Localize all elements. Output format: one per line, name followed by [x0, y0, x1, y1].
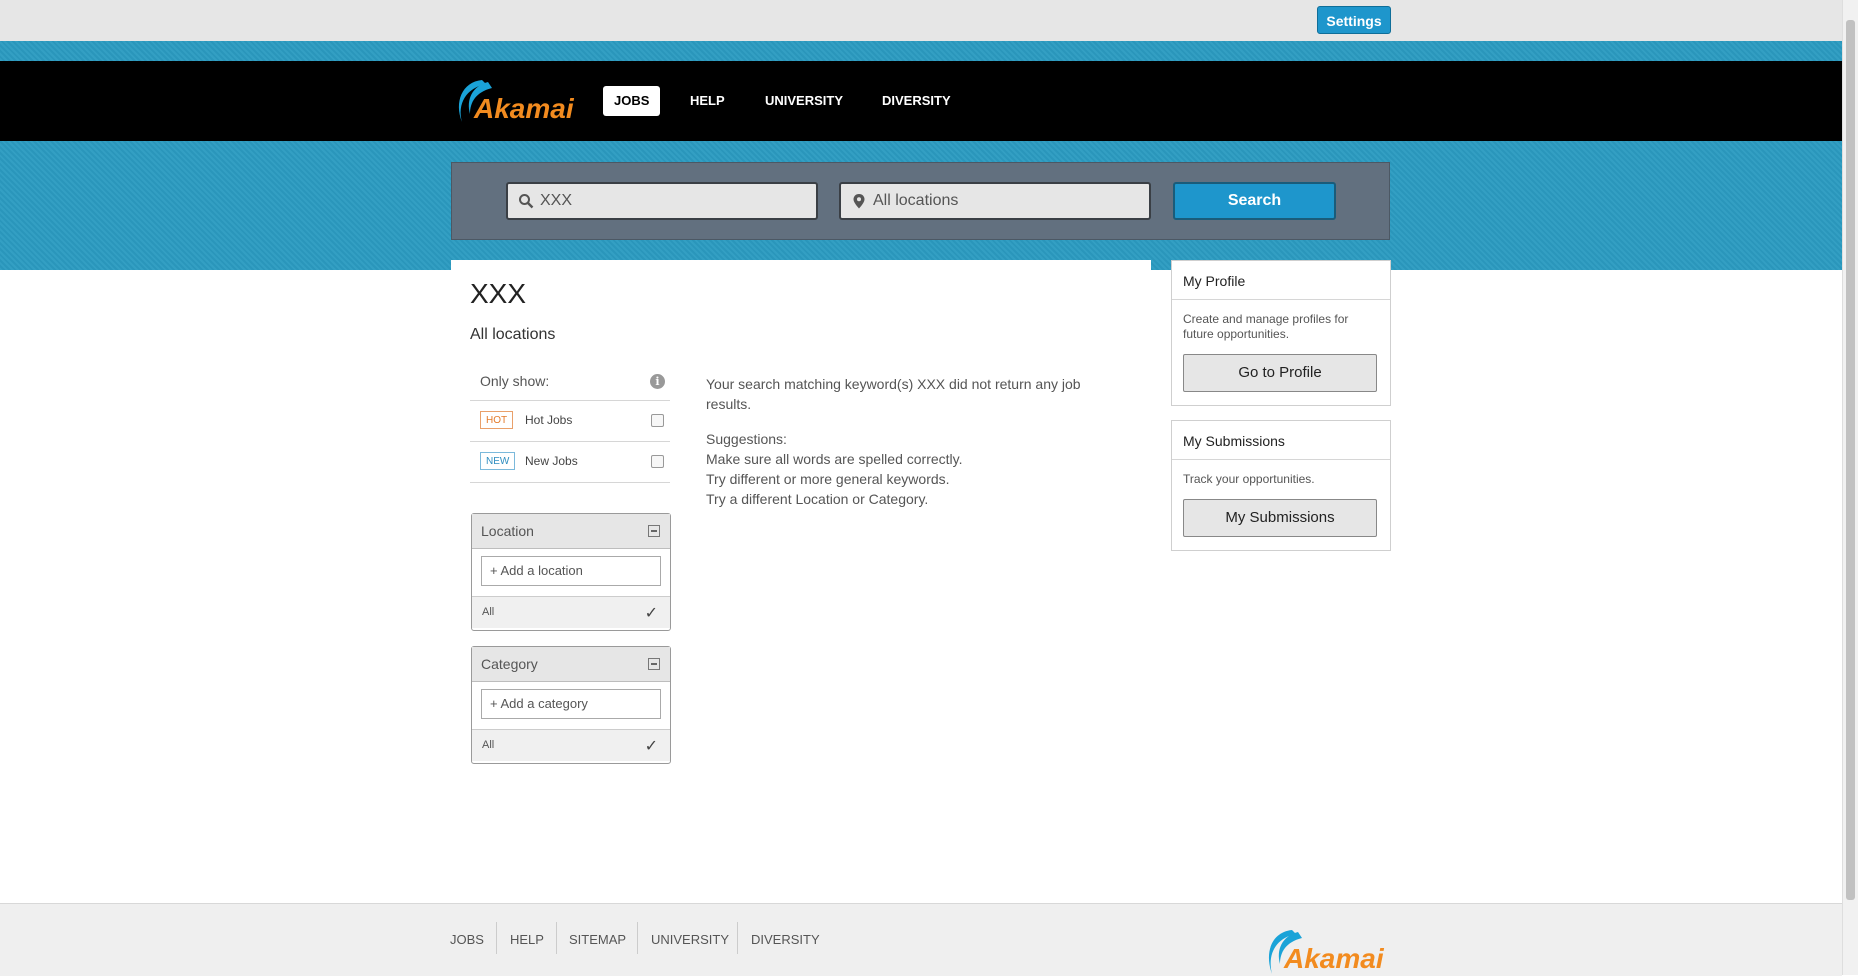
divider: [470, 482, 670, 483]
my-profile-title: My Profile: [1183, 273, 1246, 289]
add-category-input[interactable]: + Add a category: [481, 689, 661, 719]
suggestion-item: Try different or more general keywords.: [706, 471, 950, 487]
footer-separator: [737, 922, 738, 954]
footer-separator: [556, 922, 557, 954]
hot-tag: HOT: [480, 411, 514, 429]
search-icon: [519, 194, 534, 209]
category-facet-header[interactable]: Category: [472, 647, 670, 682]
page-title: XXX: [470, 278, 527, 309]
no-results-message-line2: results.: [706, 396, 752, 412]
new-jobs-label[interactable]: New Jobs: [525, 454, 578, 468]
footer-link-university[interactable]: UNIVERSITY: [651, 930, 729, 950]
divider: [470, 400, 670, 401]
location-all-option[interactable]: All ✓: [472, 596, 670, 628]
category-facet: Category + Add a category All ✓: [471, 646, 671, 764]
nav-help[interactable]: HELP: [679, 86, 736, 116]
scrollbar-thumb[interactable]: [1846, 20, 1855, 900]
category-facet-title: Category: [481, 656, 538, 672]
info-icon[interactable]: i: [650, 374, 665, 389]
my-profile-card: My Profile Create and manage profiles fo…: [1171, 260, 1391, 406]
suggestion-item: Make sure all words are spelled correctl…: [706, 451, 963, 467]
location-facet-header[interactable]: Location: [472, 514, 670, 549]
search-button[interactable]: Search: [1173, 182, 1336, 220]
location-pin-icon: [853, 194, 865, 209]
collapse-icon[interactable]: [648, 525, 660, 537]
my-submissions-card: My Submissions Track your opportunities.…: [1171, 420, 1391, 551]
page-subtitle: All locations: [470, 326, 556, 343]
akamai-logo[interactable]: Akamai: [452, 72, 582, 130]
svg-text:Akamai: Akamai: [473, 93, 575, 124]
hot-jobs-label[interactable]: Hot Jobs: [525, 413, 572, 427]
divider: [470, 441, 670, 442]
footer-link-jobs[interactable]: JOBS: [450, 930, 484, 950]
no-results-message-line1: Your search matching keyword(s) XXX did …: [706, 376, 1081, 392]
checkmark-icon: ✓: [644, 738, 658, 755]
my-submissions-description: Track your opportunities.: [1183, 472, 1315, 486]
location-facet-title: Location: [481, 523, 534, 539]
collapse-icon[interactable]: [648, 658, 660, 670]
add-location-input[interactable]: + Add a location: [481, 556, 661, 586]
footer-link-sitemap[interactable]: SITEMAP: [569, 930, 626, 950]
go-to-profile-button[interactable]: Go to Profile: [1183, 354, 1377, 392]
location-value: All locations: [873, 192, 959, 209]
suggestion-item: Try a different Location or Category.: [706, 491, 929, 507]
keyword-value: XXX: [540, 192, 573, 209]
suggestions-heading: Suggestions:: [706, 431, 787, 447]
hot-jobs-checkbox[interactable]: [651, 414, 664, 427]
top-utility-bar: [0, 0, 1842, 41]
category-all-label: All: [482, 739, 495, 751]
vertical-scrollbar[interactable]: [1842, 0, 1858, 975]
category-all-option[interactable]: All ✓: [472, 729, 670, 761]
new-jobs-checkbox[interactable]: [651, 455, 664, 468]
results-card: [451, 260, 1151, 280]
location-all-label: All: [482, 606, 495, 618]
nav-university[interactable]: UNIVERSITY: [754, 86, 854, 116]
my-profile-description: Create and manage profiles for future op…: [1183, 312, 1349, 341]
nav-diversity[interactable]: DIVERSITY: [871, 86, 962, 116]
keyword-search-input[interactable]: XXX: [506, 182, 818, 220]
svg-text:Akamai: Akamai: [1283, 943, 1385, 974]
footer-link-diversity[interactable]: DIVERSITY: [751, 930, 820, 950]
only-show-label: Only show:: [480, 373, 550, 389]
nav-jobs[interactable]: JOBS: [603, 86, 661, 116]
footer-link-help[interactable]: HELP: [510, 930, 544, 950]
footer-separator: [637, 922, 638, 954]
checkmark-icon: ✓: [644, 605, 658, 622]
footer-separator: [496, 922, 497, 954]
new-tag: NEW: [480, 452, 516, 470]
footer-akamai-logo[interactable]: Akamai: [1262, 924, 1392, 979]
location-facet: Location + Add a location All ✓: [471, 513, 671, 631]
footer: [0, 903, 1842, 976]
my-submissions-title: My Submissions: [1183, 433, 1285, 449]
my-submissions-button[interactable]: My Submissions: [1183, 499, 1377, 537]
settings-button[interactable]: Settings: [1317, 6, 1391, 34]
location-search-input[interactable]: All locations: [839, 182, 1151, 220]
